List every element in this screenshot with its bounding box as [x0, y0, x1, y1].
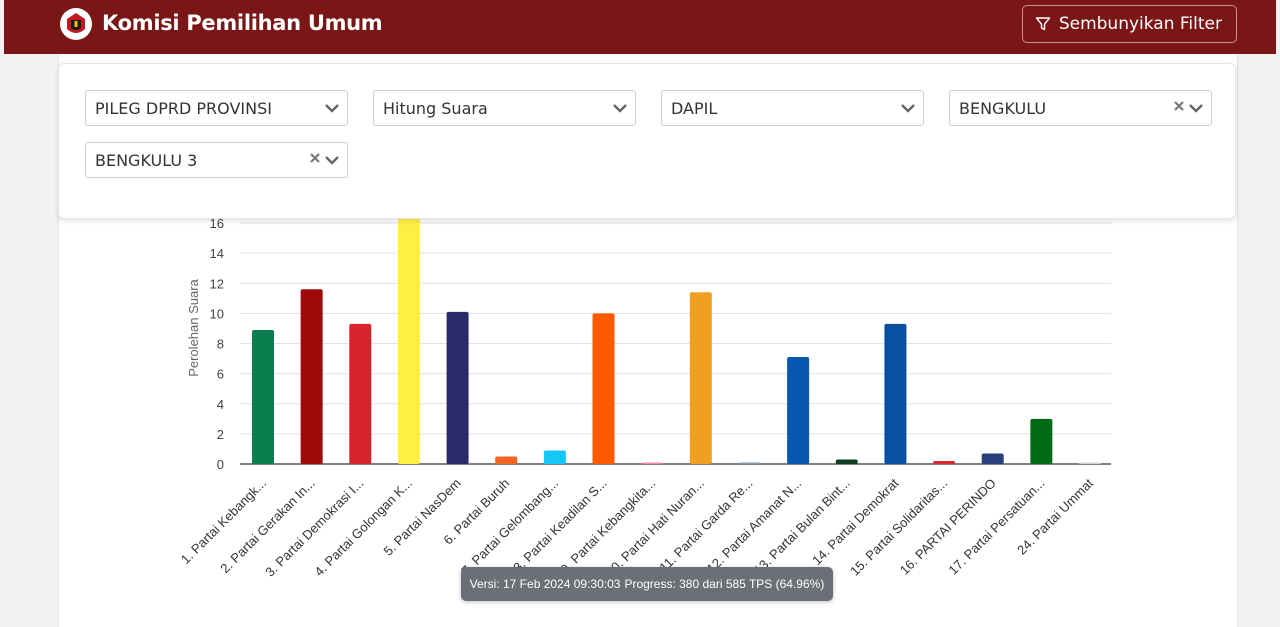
- vote-chart-container: 0 2 4 6 8 10 12 14 16 1. Partai Kebangk... 2. Par…: [58, 219, 1236, 627]
- bar[interactable]: [835, 459, 858, 464]
- bar[interactable]: [689, 292, 712, 464]
- x-tick-label: 16. PARTAI PERINDO: [897, 476, 999, 578]
- bar[interactable]: [495, 456, 518, 464]
- bar[interactable]: [397, 219, 420, 464]
- clear-icon[interactable]: [309, 152, 321, 164]
- x-tick-label: 11. Partai Garda Re...: [656, 476, 755, 575]
- bar[interactable]: [1079, 462, 1101, 465]
- y-axis-label: Perolehan Suara: [186, 278, 201, 376]
- y-tick-label: 12: [210, 276, 224, 291]
- x-tick-label: 4. Partai Golongan K...: [311, 476, 415, 580]
- progress-tooltip: Versi: 17 Feb 2024 09:30:03 Progress: 38…: [461, 567, 833, 601]
- province-select[interactable]: BENGKULU: [949, 90, 1212, 126]
- election-type-value: PILEG DPRD PROVINSI: [95, 98, 272, 118]
- x-tick-label: 14. Partai Demokrat: [809, 475, 902, 568]
- hide-filter-label: Sembunyikan Filter: [1058, 14, 1222, 34]
- x-tick-label: 3. Partai Demokrasi I...: [262, 476, 366, 580]
- hide-filter-button[interactable]: Sembunyikan Filter: [1021, 5, 1237, 43]
- x-tick-label: 9. Partai Kebangkita...: [557, 476, 658, 577]
- y-tick-label: 4: [217, 397, 224, 412]
- chevron-down-icon: [613, 104, 627, 113]
- bar[interactable]: [641, 462, 664, 464]
- kpu-logo: [60, 8, 92, 40]
- y-tick-label: 6: [217, 367, 224, 382]
- chevron-down-icon: [901, 104, 915, 113]
- y-tick-label: 16: [210, 219, 224, 231]
- count-mode-value: Hitung Suara: [383, 98, 488, 118]
- y-tick-label: 14: [210, 246, 224, 261]
- bar[interactable]: [592, 313, 615, 464]
- x-tick-label: 17. Partai Persatuan...: [945, 476, 1047, 578]
- election-type-select[interactable]: PILEG DPRD PROVINSI: [85, 90, 348, 126]
- bar[interactable]: [543, 450, 566, 464]
- filter-panel: PILEG DPRD PROVINSI Hitung Suara DAPIL B…: [58, 63, 1236, 219]
- x-tick-label: 7. Partai Gelombang...: [458, 476, 561, 579]
- clear-icon[interactable]: [1173, 100, 1185, 112]
- vote-bar-chart: 0 2 4 6 8 10 12 14 16 1. Partai Kebangk...2. Par…: [178, 219, 1111, 580]
- x-tick-label: 10. Partai Hati Nuran...: [603, 476, 707, 580]
- chevron-down-icon: [325, 156, 339, 165]
- bar[interactable]: [933, 460, 956, 464]
- top-bar: Komisi Pemilihan Umum Sembunyikan Filter: [4, 0, 1276, 54]
- count-mode-select[interactable]: Hitung Suara: [373, 90, 636, 126]
- x-tick-label: 13. Partai Bulan Bint...: [751, 476, 853, 578]
- x-tick-label: 1. Partai Kebangk...: [178, 476, 269, 567]
- bar[interactable]: [1030, 418, 1053, 464]
- bar[interactable]: [738, 462, 761, 464]
- x-tick-label: 8. Partai Keadilan S...: [510, 476, 610, 576]
- level-select[interactable]: DAPIL: [661, 90, 924, 126]
- version-text: Versi: 17 Feb 2024 09:30:03: [469, 577, 621, 591]
- chevron-down-icon: [325, 104, 339, 113]
- x-tick-label: 15. Partai Solidaritas...: [847, 476, 950, 579]
- bar[interactable]: [787, 357, 810, 464]
- province-value: BENGKULU: [959, 98, 1047, 118]
- bar[interactable]: [884, 323, 907, 464]
- bar[interactable]: [446, 311, 469, 464]
- x-tick-label: 12. Partai Amanat N...: [704, 476, 805, 577]
- y-tick-label: 10: [210, 306, 224, 321]
- app-title: Komisi Pemilihan Umum: [102, 11, 383, 35]
- chevron-down-icon: [1189, 104, 1203, 113]
- y-tick-label: 0: [217, 457, 224, 472]
- bar[interactable]: [981, 453, 1004, 464]
- bar[interactable]: [252, 329, 274, 464]
- bar[interactable]: [300, 289, 323, 464]
- district-value: BENGKULU 3: [95, 150, 198, 170]
- y-tick-label: 2: [217, 427, 224, 442]
- x-tick-label: 2. Partai Gerakan In...: [217, 476, 318, 577]
- level-value: DAPIL: [671, 98, 718, 118]
- progress-text: Progress: 380 dari 585 TPS (64.96%): [624, 577, 825, 591]
- filter-icon: [1035, 17, 1051, 31]
- y-tick-label: 8: [217, 337, 224, 352]
- district-select[interactable]: BENGKULU 3: [85, 142, 348, 178]
- bar[interactable]: [349, 323, 372, 464]
